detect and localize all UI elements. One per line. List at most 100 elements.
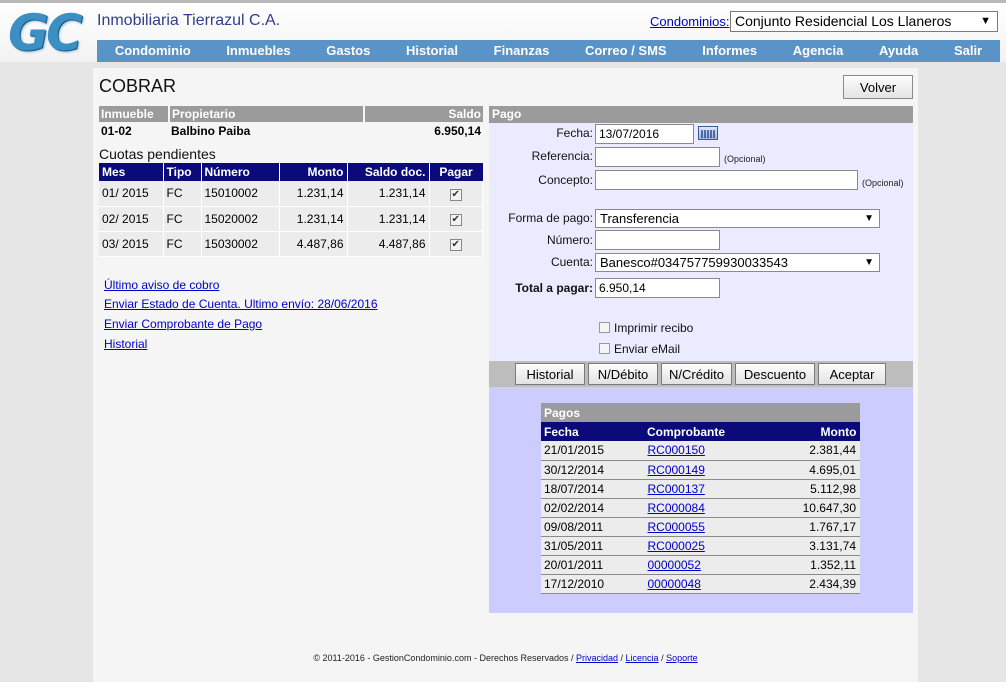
total-label: Total a pagar:	[515, 281, 593, 295]
pago-panel: Pago Fecha: 13/07/2016 Referencia: (Opci…	[489, 106, 913, 613]
col-inmueble: Inmueble	[99, 106, 170, 122]
menu-inmuebles[interactable]: Inmuebles	[208, 40, 308, 62]
footer-sep: /	[658, 653, 667, 663]
comprobante-link[interactable]: 00000052	[648, 558, 701, 572]
historial-link[interactable]: Historial	[104, 337, 147, 351]
menu-ayuda[interactable]: Ayuda	[861, 40, 936, 62]
cuota-tipo: FC	[163, 231, 202, 257]
pago-monto: 3.131,74	[754, 536, 860, 556]
aceptar-button[interactable]: Aceptar	[818, 363, 886, 385]
pagar-checkbox[interactable]: ✔	[449, 214, 462, 226]
col-monto: Monto	[754, 422, 860, 441]
historial-button[interactable]: Historial	[515, 363, 585, 385]
comprobante-link[interactable]: RC000025	[648, 539, 705, 553]
condominio-select-value: Conjunto Residencial Los Llaneros	[735, 13, 952, 29]
table-row: 01/ 2015 FC 15010002 1.231,14 1.231,14 ✔	[99, 181, 483, 207]
enviar-email-row[interactable]: Enviar eMail	[599, 342, 680, 356]
main-panel: COBRAR Volver Inmueble Propietario Saldo…	[93, 68, 918, 682]
table-row: 30/12/2014 RC000149 4.695,01	[541, 460, 860, 480]
col-saldo: Saldo	[364, 106, 483, 122]
pago-fecha: 31/05/2011	[541, 536, 645, 556]
company-name: Inmobiliaria Tierrazul C.A.	[97, 12, 281, 29]
fecha-input[interactable]: 13/07/2016	[595, 124, 694, 144]
cuenta-select[interactable]: Banesco#034757759930033543 ▼	[595, 253, 880, 272]
cuota-monto: 4.487,86	[279, 231, 348, 257]
enviar-email-checkbox[interactable]	[599, 343, 610, 354]
enviar-email-label: Enviar eMail	[614, 342, 681, 356]
col-monto: Monto	[279, 163, 348, 181]
cuota-saldo: 4.487,86	[347, 231, 430, 257]
table-row: 02/02/2014 RC000084 10.647,30	[541, 498, 860, 518]
calendar-icon[interactable]	[698, 126, 718, 140]
chevron-down-icon: ▼	[864, 213, 874, 224]
condominio-select[interactable]: Conjunto Residencial Los Llaneros ▼	[730, 11, 998, 32]
forma-pago-select[interactable]: Transferencia ▼	[595, 209, 880, 228]
pago-fecha: 21/01/2015	[541, 441, 645, 461]
ultimo-aviso-link[interactable]: Último aviso de cobro	[104, 278, 219, 292]
comprobante-link[interactable]: RC000149	[648, 463, 705, 477]
enviar-estado-cuenta-link[interactable]: Enviar Estado de Cuenta. Ultimo envío: 2…	[104, 297, 378, 311]
pago-monto: 2.381,44	[754, 441, 860, 461]
pago-monto: 1.352,11	[754, 555, 860, 575]
menu-correo-sms[interactable]: Correo / SMS	[567, 40, 684, 62]
total-input[interactable]: 6.950,14	[595, 278, 720, 298]
comprobante-link[interactable]: 00000048	[648, 577, 701, 591]
comprobante-link[interactable]: RC000084	[648, 501, 705, 515]
soporte-link[interactable]: Soporte	[666, 653, 698, 663]
menu-informes[interactable]: Informes	[684, 40, 775, 62]
pago-monto: 4.695,01	[754, 460, 860, 480]
menu-agencia[interactable]: Agencia	[775, 40, 861, 62]
table-row: 18/07/2014 RC000137 5.112,98	[541, 479, 860, 499]
volver-button[interactable]: Volver	[843, 75, 913, 99]
gc-logo[interactable]: GC	[8, 7, 83, 59]
action-buttons-bar: Historial N/Débito N/Crédito Descuento A…	[489, 361, 913, 387]
menu-gastos[interactable]: Gastos	[308, 40, 388, 62]
footer: © 2011-2016 - GestionCondominio.com - De…	[93, 653, 918, 663]
table-row: 17/12/2010 00000048 2.434,39	[541, 574, 860, 594]
chevron-down-icon: ▼	[864, 257, 874, 268]
cuenta-value: Banesco#034757759930033543	[600, 255, 788, 270]
forma-pago-value: Transferencia	[600, 211, 679, 226]
cuota-saldo: 1.231,14	[347, 181, 430, 207]
propietario-table: Inmueble Propietario Saldo 01-02 Balbino…	[99, 106, 483, 140]
menu-finanzas[interactable]: Finanzas	[476, 40, 567, 62]
comprobante-link[interactable]: RC000137	[648, 482, 705, 496]
numero-label: Número:	[546, 233, 593, 247]
menu-salir[interactable]: Salir	[936, 40, 1000, 62]
saldo-value: 6.950,14	[434, 124, 481, 138]
cuota-monto: 1.231,14	[279, 206, 348, 232]
ndebito-button[interactable]: N/Débito	[588, 363, 658, 385]
concepto-label: Concepto:	[538, 173, 593, 187]
cuota-mes: 01/ 2015	[99, 181, 164, 207]
cuota-saldo: 1.231,14	[347, 206, 430, 232]
comprobante-link[interactable]: RC000055	[648, 520, 705, 534]
ncredito-button[interactable]: N/Crédito	[661, 363, 732, 385]
cuota-mes: 03/ 2015	[99, 231, 164, 257]
menu-historial[interactable]: Historial	[388, 40, 476, 62]
privacidad-link[interactable]: Privacidad	[576, 653, 618, 663]
licencia-link[interactable]: Licencia	[626, 653, 659, 663]
imprimir-recibo-checkbox[interactable]	[599, 322, 610, 333]
pagar-checkbox[interactable]: ✔	[449, 239, 462, 251]
menu-condominio[interactable]: Condominio	[97, 40, 208, 62]
pagar-checkbox[interactable]: ✔	[449, 188, 462, 201]
footer-copyright: © 2011-2016 - GestionCondominio.com - De…	[313, 653, 576, 663]
concepto-input[interactable]	[595, 170, 858, 190]
col-fecha: Fecha	[541, 422, 644, 441]
cuota-monto: 1.231,14	[279, 181, 348, 207]
cuota-numero: 15020002	[201, 206, 280, 232]
condominios-link[interactable]: Condominios:	[650, 14, 730, 29]
numero-input[interactable]	[595, 230, 720, 250]
cuotas-table: Mes Tipo Número Monto Saldo doc. Pagar 0…	[99, 163, 483, 257]
pagos-area: Pagos Fecha Comprobante Monto 21/01/2015…	[489, 387, 913, 613]
descuento-button[interactable]: Descuento	[735, 363, 815, 385]
cuenta-label: Cuenta:	[550, 255, 593, 269]
app-header: GC Inmobiliaria Tierrazul C.A. Condomini…	[0, 0, 1006, 62]
referencia-label: Referencia:	[531, 149, 593, 163]
referencia-input[interactable]	[595, 147, 720, 167]
enviar-comprobante-link[interactable]: Enviar Comprobante de Pago	[104, 317, 262, 331]
comprobante-link[interactable]: RC000150	[648, 443, 705, 457]
cuota-tipo: FC	[163, 181, 202, 207]
imprimir-recibo-row[interactable]: Imprimir recibo	[599, 321, 693, 335]
pago-monto: 5.112,98	[754, 479, 860, 499]
